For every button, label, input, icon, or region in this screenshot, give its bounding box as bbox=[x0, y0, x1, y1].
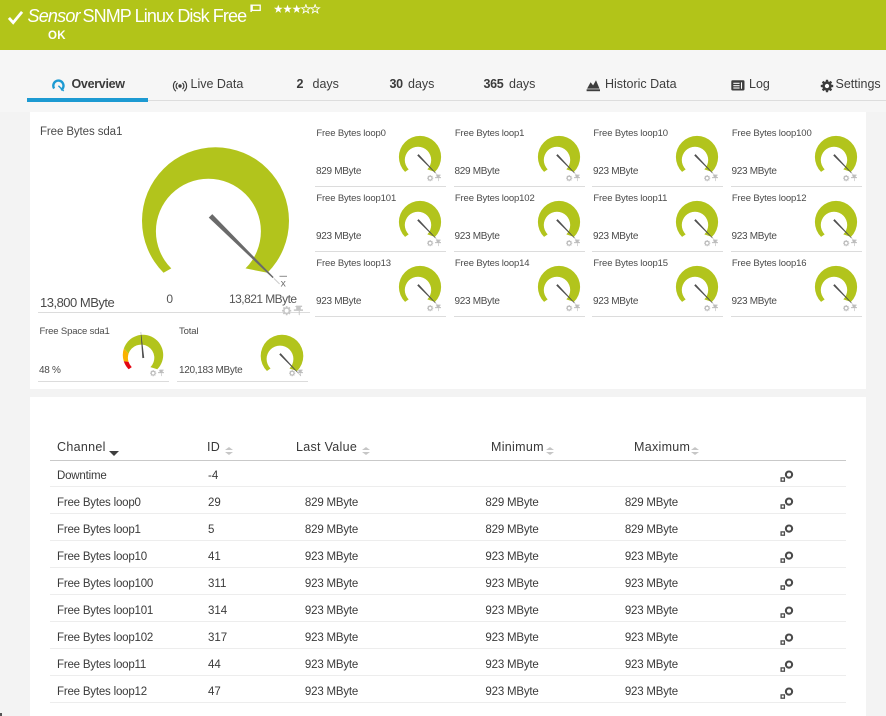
svg-text:x: x bbox=[281, 278, 287, 290]
